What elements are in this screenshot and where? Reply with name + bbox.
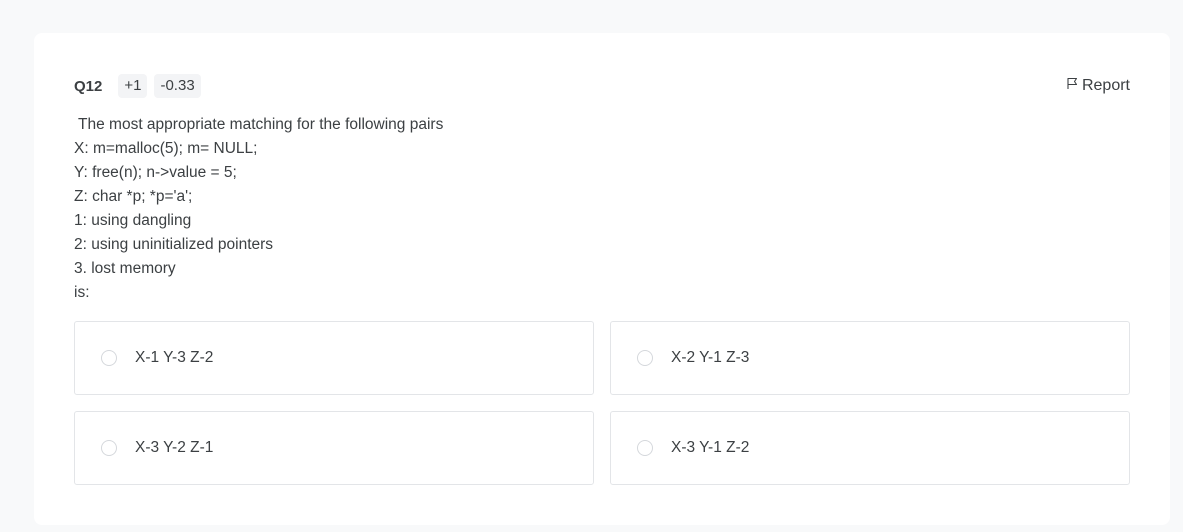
question-text: The most appropriate matching for the fo… (74, 113, 1074, 305)
option-label: X-3 Y-1 Z-2 (671, 439, 750, 456)
option-b[interactable]: X-2 Y-1 Z-3 (610, 321, 1130, 395)
report-button[interactable]: Report (1066, 77, 1130, 95)
question-line: Y: free(n); n->value = 5; (74, 164, 237, 181)
flag-icon (1066, 77, 1082, 95)
option-label: X-2 Y-1 Z-3 (671, 349, 750, 366)
question-header: Q12 +1 -0.33 Report (74, 73, 1130, 99)
radio-icon[interactable] (637, 440, 653, 456)
question-line: is: (74, 284, 90, 301)
question-line: The most appropriate matching for the fo… (74, 116, 444, 133)
question-line: 3. lost memory (74, 260, 176, 277)
positive-marks-badge: +1 (118, 74, 148, 98)
radio-icon[interactable] (637, 350, 653, 366)
option-c[interactable]: X-3 Y-2 Z-1 (74, 411, 594, 485)
question-line: 1: using dangling (74, 212, 192, 229)
option-a[interactable]: X-1 Y-3 Z-2 (74, 321, 594, 395)
question-line: 2: using uninitialized pointers (74, 236, 274, 253)
radio-icon[interactable] (101, 350, 117, 366)
option-label: X-1 Y-3 Z-2 (135, 349, 214, 366)
option-d[interactable]: X-3 Y-1 Z-2 (610, 411, 1130, 485)
report-label: Report (1081, 77, 1130, 94)
negative-marks-badge: -0.33 (154, 74, 201, 98)
question-line: Z: char *p; *p='a'; (74, 188, 193, 205)
option-label: X-3 Y-2 Z-1 (135, 439, 214, 456)
answer-options: X-1 Y-3 Z-2 X-2 Y-1 Z-3 X-3 Y-2 Z-1 X-3 … (74, 321, 1130, 485)
question-line: X: m=malloc(5); m= NULL; (74, 140, 258, 157)
radio-icon[interactable] (101, 440, 117, 456)
question-number: Q12 (74, 77, 103, 95)
question-card: Q12 +1 -0.33 Report The most appropriate… (34, 33, 1170, 525)
